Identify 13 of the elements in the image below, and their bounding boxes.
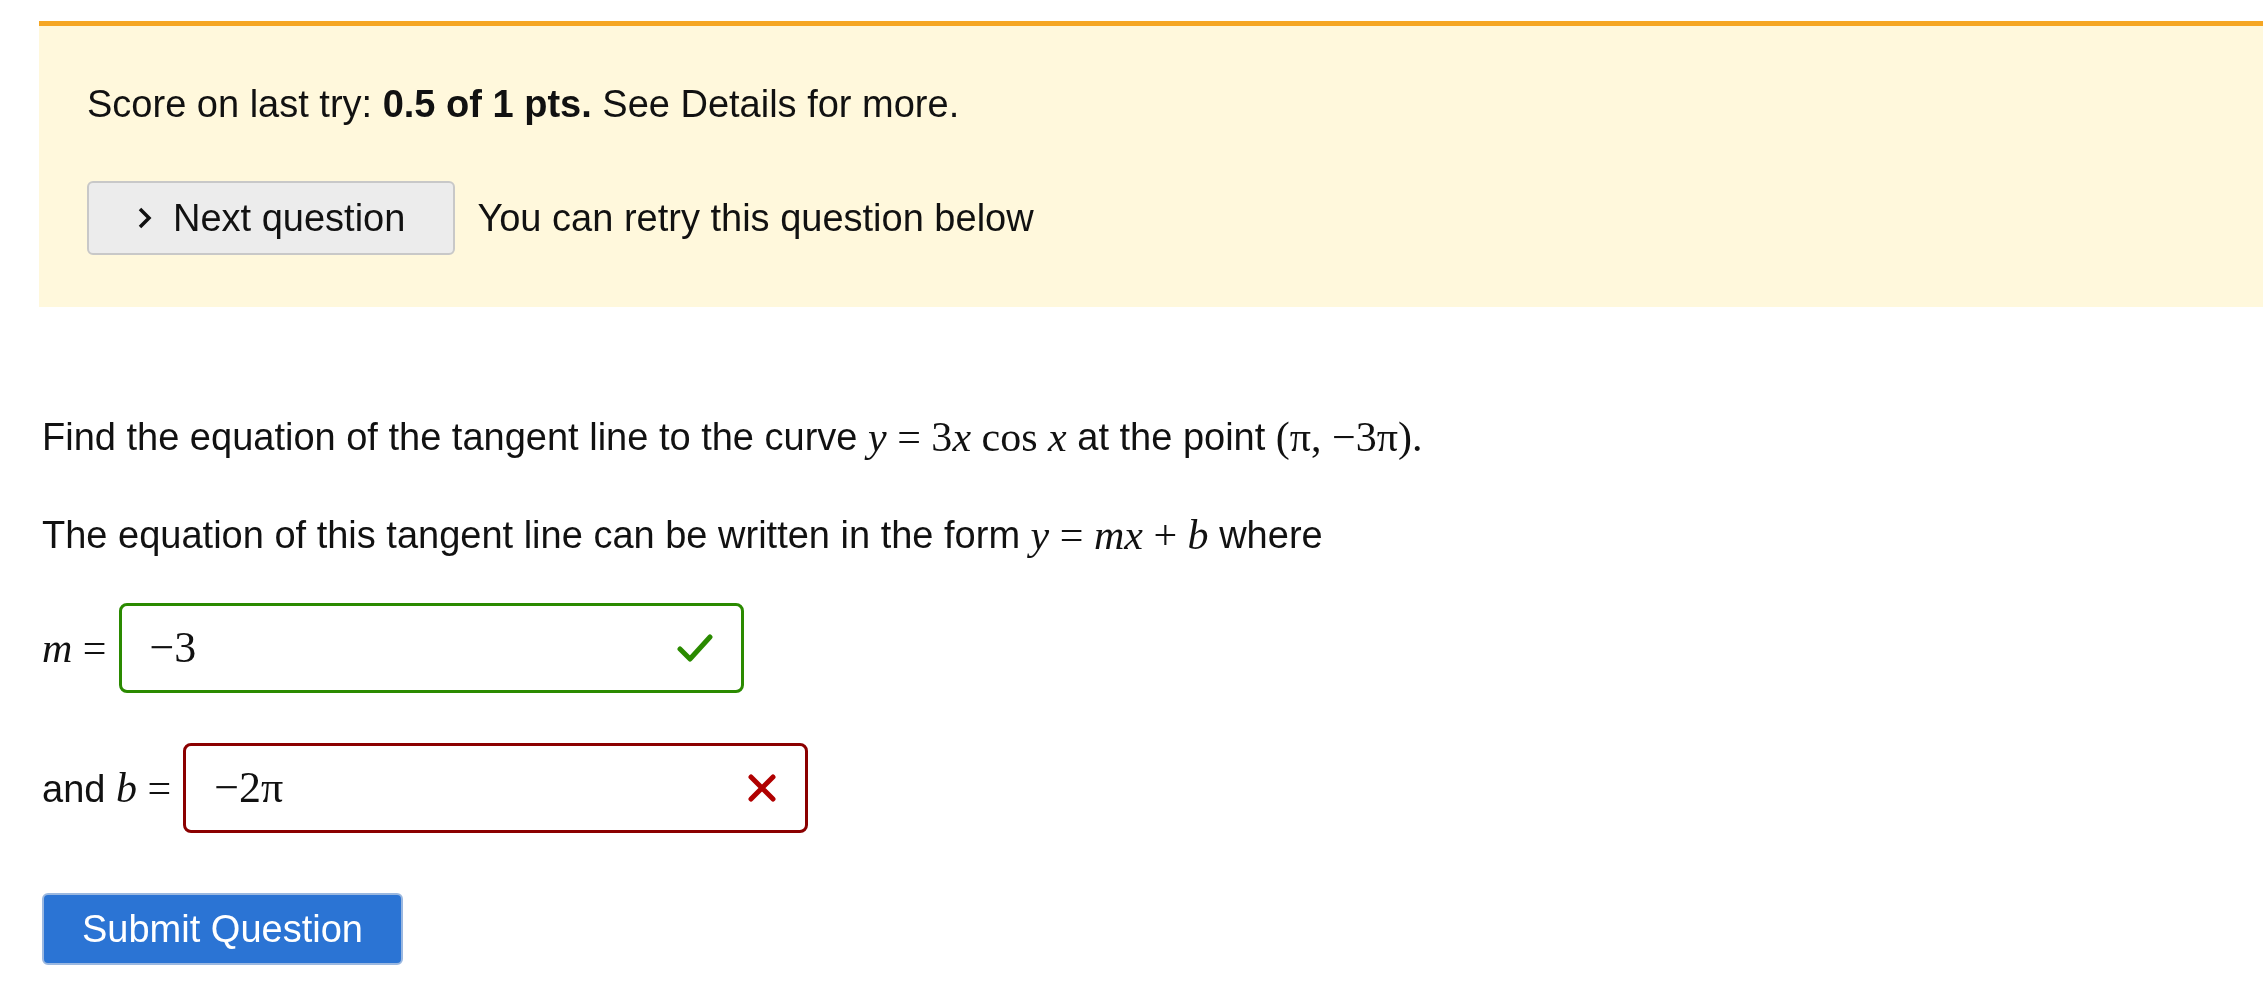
question-text: Find the equation of the tangent line to the curve y = 3x cos x at the point (π, −3π). [42,412,1423,462]
cross-icon [747,773,778,803]
answer-field[interactable]: −3 [118,603,744,693]
answer-label: and b = [42,763,172,813]
retry-note: You can retry this question below [477,195,1034,241]
submit-question-button[interactable]: Submit Question [42,893,403,965]
next-question-button[interactable]: Next question [87,181,456,255]
answer-label: m = [42,623,107,673]
check-icon [676,633,713,663]
chevron-right-icon [137,206,153,230]
answer-field[interactable]: −2π [183,743,809,833]
score-text: Score on last try: 0.5 of 1 pts. See Details for more. [87,82,960,127]
question-text: The equation of this tangent line can be written in the form y = mx + b where [42,510,1323,560]
